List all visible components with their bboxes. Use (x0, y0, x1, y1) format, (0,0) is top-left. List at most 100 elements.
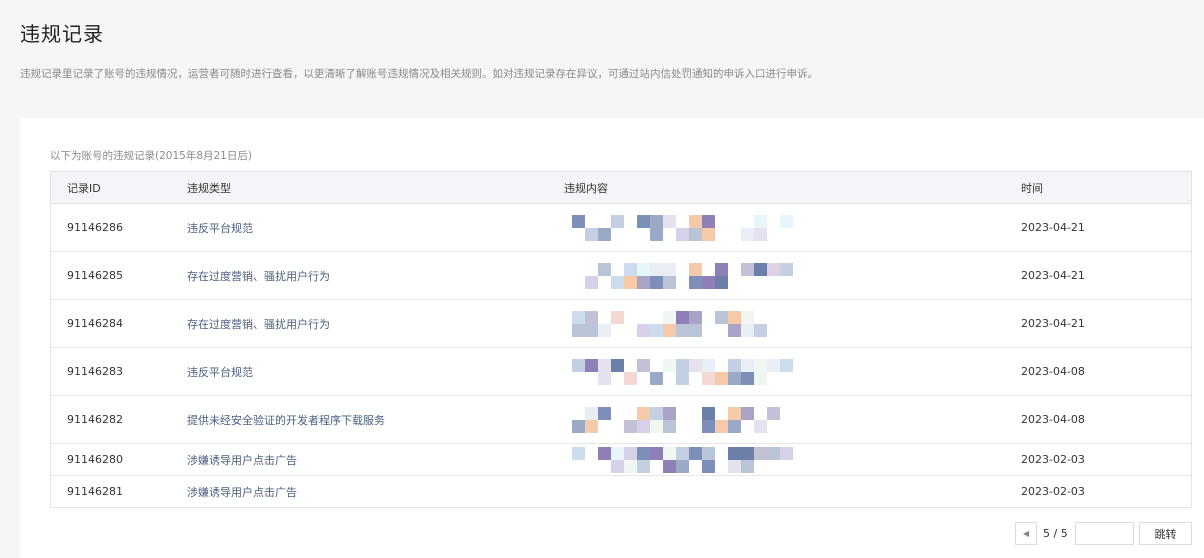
redaction-pixel (767, 262, 780, 276)
redaction-pixel (767, 310, 780, 324)
violation-type: 涉嫌诱导用户点击广告 (187, 485, 297, 499)
page-indicator: 5 / 5 (1043, 527, 1068, 540)
redaction-mosaic (572, 262, 802, 289)
redaction-pixel (650, 214, 663, 228)
redaction-pixel (728, 214, 741, 228)
redaction-pixel (598, 262, 611, 276)
redaction-pixel (676, 275, 689, 289)
record-time: 2023-04-08 (1021, 365, 1085, 378)
redaction-pixel (728, 323, 741, 337)
redaction-pixel (611, 406, 624, 420)
violation-type: 存在过度营销、骚扰用户行为 (187, 317, 330, 331)
redaction-pixel (715, 446, 728, 460)
redaction-pixel (715, 227, 728, 241)
record-id: 91146284 (67, 317, 123, 330)
column-header-type: 违规类型 (187, 181, 231, 195)
page-number-input[interactable] (1075, 522, 1134, 545)
redaction-pixel (611, 214, 624, 228)
redaction-pixel (702, 358, 715, 372)
redaction-pixel (650, 275, 663, 289)
redaction-pixel (676, 419, 689, 433)
record-time: 2023-04-21 (1021, 317, 1085, 330)
redaction-pixel (650, 459, 663, 473)
redaction-pixel (676, 310, 689, 324)
redaction-pixel (598, 214, 611, 228)
redaction-pixel (689, 275, 702, 289)
redaction-pixel (741, 406, 754, 420)
redaction-pixel (637, 310, 650, 324)
redaction-pixel (650, 358, 663, 372)
redaction-mosaic (572, 358, 802, 385)
violation-content-redacted (564, 204, 1021, 251)
record-id: 91146282 (67, 413, 123, 426)
record-id: 91146281 (67, 485, 123, 498)
record-time: 2023-02-03 (1021, 485, 1085, 498)
redaction-pixel (572, 310, 585, 324)
redaction-pixel (715, 371, 728, 385)
redaction-pixel (702, 275, 715, 289)
table-row: 91146281 涉嫌诱导用户点击广告 2023-02-03 (51, 476, 1191, 507)
redaction-pixel (676, 459, 689, 473)
redaction-pixel (728, 358, 741, 372)
redaction-pixel (572, 406, 585, 420)
violation-type: 提供未经安全验证的开发者程序下载服务 (187, 413, 385, 427)
redaction-pixel (715, 310, 728, 324)
redaction-pixel (676, 323, 689, 337)
table-row: 91146280 涉嫌诱导用户点击广告 2023-02-03 (51, 444, 1191, 476)
redaction-pixel (754, 262, 767, 276)
redaction-pixel (702, 446, 715, 460)
redaction-pixel (598, 323, 611, 337)
redaction-pixel (572, 459, 585, 473)
redaction-pixel (663, 214, 676, 228)
redaction-pixel (637, 262, 650, 276)
violation-content-redacted (564, 396, 1021, 443)
redaction-pixel (663, 227, 676, 241)
redaction-pixel (585, 310, 598, 324)
redaction-pixel (624, 214, 637, 228)
redaction-pixel (715, 275, 728, 289)
redaction-pixel (663, 262, 676, 276)
redaction-pixel (572, 419, 585, 433)
redaction-pixel (611, 459, 624, 473)
redaction-pixel (780, 214, 793, 228)
page-description: 违规记录里记录了账号的违规情况，运营者可随时进行查看，以更清晰了解账号违规情况及… (20, 68, 818, 80)
record-time: 2023-02-03 (1021, 453, 1085, 466)
redaction-pixel (689, 406, 702, 420)
redaction-pixel (637, 227, 650, 241)
redaction-pixel (754, 459, 767, 473)
record-id: 91146285 (67, 269, 123, 282)
jump-button[interactable]: 跳转 (1139, 522, 1192, 545)
redaction-pixel (637, 371, 650, 385)
redaction-pixel (572, 323, 585, 337)
redaction-pixel (585, 275, 598, 289)
redaction-pixel (689, 459, 702, 473)
redaction-pixel (611, 275, 624, 289)
redaction-pixel (650, 419, 663, 433)
prev-page-button[interactable]: ◀ (1015, 522, 1037, 545)
redaction-pixel (585, 419, 598, 433)
redaction-pixel (611, 323, 624, 337)
redaction-pixel (650, 310, 663, 324)
redaction-pixel (624, 459, 637, 473)
redaction-pixel (754, 419, 767, 433)
redaction-pixel (598, 227, 611, 241)
redaction-pixel (715, 214, 728, 228)
violation-type: 涉嫌诱导用户点击广告 (187, 453, 297, 467)
redaction-pixel (689, 446, 702, 460)
redaction-pixel (754, 323, 767, 337)
redaction-pixel (728, 406, 741, 420)
record-id: 91146286 (67, 221, 123, 234)
redaction-pixel (572, 262, 585, 276)
redaction-mosaic (572, 406, 802, 433)
redaction-pixel (598, 358, 611, 372)
violation-type: 存在过度营销、骚扰用户行为 (187, 269, 330, 283)
redaction-pixel (689, 227, 702, 241)
redaction-pixel (754, 371, 767, 385)
redaction-pixel (728, 227, 741, 241)
redaction-pixel (715, 358, 728, 372)
redaction-pixel (741, 419, 754, 433)
redaction-pixel (767, 358, 780, 372)
redaction-pixel (715, 406, 728, 420)
redaction-pixel (689, 310, 702, 324)
table-row: 91146286 违反平台规范 2023-04-21 (51, 204, 1191, 252)
